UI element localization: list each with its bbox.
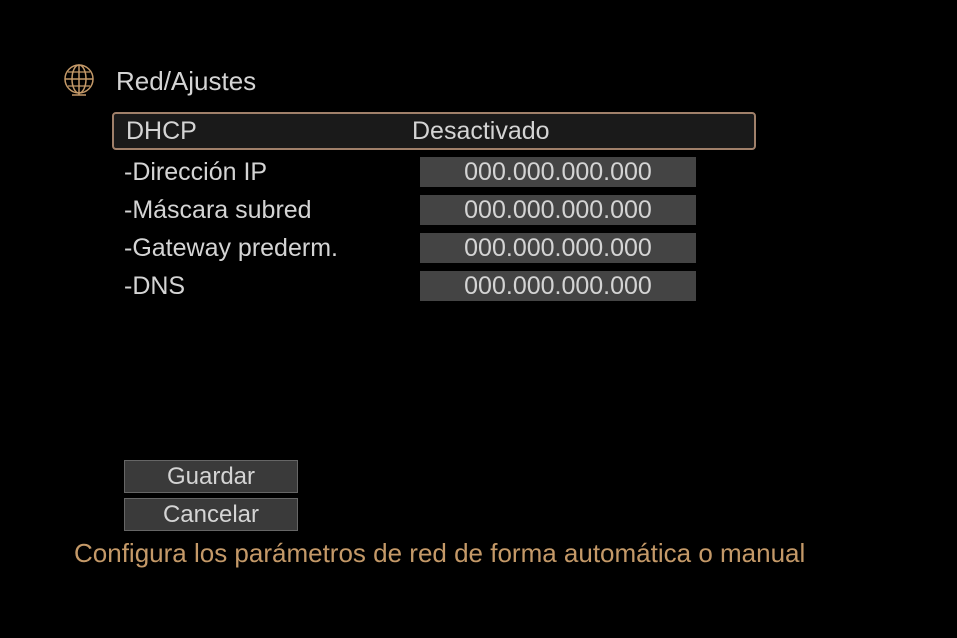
subnet-field-row: -Máscara subred 000.000.000.000 bbox=[112, 194, 756, 226]
dhcp-value: Desactivado bbox=[412, 117, 550, 146]
ip-label: -Dirección IP bbox=[120, 158, 420, 187]
subnet-label: -Máscara subred bbox=[120, 196, 420, 225]
header: Red/Ajustes bbox=[60, 62, 256, 100]
gateway-label: -Gateway prederm. bbox=[120, 234, 420, 263]
dns-field-row: -DNS 000.000.000.000 bbox=[112, 270, 756, 302]
save-button[interactable]: Guardar bbox=[124, 460, 298, 493]
page-title: Red/Ajustes bbox=[116, 66, 256, 97]
dhcp-setting[interactable]: DHCP Desactivado bbox=[112, 112, 756, 150]
dns-label: -DNS bbox=[120, 272, 420, 301]
cancel-button[interactable]: Cancelar bbox=[124, 498, 298, 531]
settings-menu: DHCP Desactivado -Dirección IP 000.000.0… bbox=[112, 112, 756, 302]
gateway-input[interactable]: 000.000.000.000 bbox=[420, 233, 696, 263]
dhcp-label: DHCP bbox=[122, 117, 412, 146]
action-buttons: Guardar Cancelar bbox=[124, 460, 298, 536]
ip-field-row: -Dirección IP 000.000.000.000 bbox=[112, 156, 756, 188]
gateway-field-row: -Gateway prederm. 000.000.000.000 bbox=[112, 232, 756, 264]
dns-input[interactable]: 000.000.000.000 bbox=[420, 271, 696, 301]
globe-icon bbox=[60, 62, 98, 100]
subnet-input[interactable]: 000.000.000.000 bbox=[420, 195, 696, 225]
ip-input[interactable]: 000.000.000.000 bbox=[420, 157, 696, 187]
help-text: Configura los parámetros de red de forma… bbox=[74, 538, 805, 569]
